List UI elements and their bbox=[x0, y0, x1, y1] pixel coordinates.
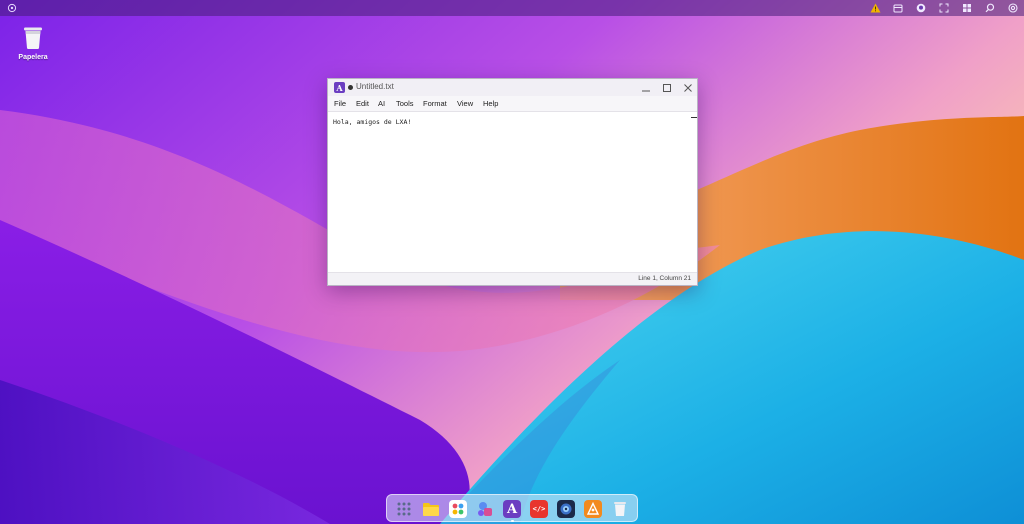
folder-icon[interactable] bbox=[422, 500, 440, 518]
scrollbar[interactable] bbox=[691, 117, 697, 118]
code-icon[interactable]: </> bbox=[530, 500, 548, 518]
menu-ai[interactable]: AI bbox=[378, 99, 385, 108]
menu-format[interactable]: Format bbox=[423, 99, 447, 108]
minimize-button[interactable] bbox=[639, 81, 653, 94]
shapes-icon[interactable] bbox=[476, 500, 494, 518]
vector-icon[interactable] bbox=[584, 500, 602, 518]
close-button[interactable] bbox=[681, 81, 695, 94]
document-text: Hola, amigos de LXA! bbox=[333, 118, 412, 126]
text-editor-icon[interactable]: A bbox=[503, 500, 521, 518]
search-icon[interactable] bbox=[984, 2, 996, 14]
power-icon[interactable] bbox=[1007, 2, 1019, 14]
unsaved-indicator-icon bbox=[348, 85, 353, 90]
github-icon[interactable] bbox=[915, 2, 927, 14]
trash-icon bbox=[24, 27, 42, 49]
warning-icon[interactable] bbox=[869, 2, 881, 14]
maximize-icon bbox=[663, 83, 671, 92]
dock: A </> bbox=[386, 494, 638, 522]
fullscreen-icon[interactable] bbox=[938, 2, 950, 14]
text-area[interactable]: Hola, amigos de LXA! bbox=[328, 113, 697, 272]
desktop-trash[interactable]: Papelera bbox=[12, 26, 54, 68]
trash-icon[interactable] bbox=[611, 500, 629, 518]
menu-edit[interactable]: Edit bbox=[356, 99, 369, 108]
browser-icon[interactable] bbox=[557, 500, 575, 518]
app-icon: A bbox=[334, 82, 345, 93]
launcher-icon[interactable] bbox=[6, 2, 18, 14]
menu-help[interactable]: Help bbox=[483, 99, 498, 108]
grid-icon[interactable] bbox=[961, 2, 973, 14]
text-editor-window: A Untitled.txt File Edit AI Tools Format… bbox=[327, 78, 698, 286]
top-panel bbox=[0, 0, 1024, 16]
palette-icon[interactable] bbox=[449, 500, 467, 518]
window-title: Untitled.txt bbox=[356, 82, 394, 91]
active-app-indicator bbox=[511, 520, 514, 522]
package-icon[interactable] bbox=[892, 2, 904, 14]
status-bar: Line 1, Column 21 bbox=[328, 272, 697, 285]
app-grid-icon[interactable] bbox=[395, 500, 413, 518]
menu-tools[interactable]: Tools bbox=[396, 99, 414, 108]
minimize-icon bbox=[642, 90, 650, 91]
close-icon bbox=[684, 83, 692, 92]
window-titlebar[interactable]: A Untitled.txt bbox=[328, 79, 697, 96]
trash-label: Papelera bbox=[18, 54, 48, 61]
menu-view[interactable]: View bbox=[457, 99, 473, 108]
maximize-button[interactable] bbox=[660, 81, 674, 94]
menu-file[interactable]: File bbox=[334, 99, 346, 108]
cursor-position: Line 1, Column 21 bbox=[638, 275, 691, 282]
menu-bar: File Edit AI Tools Format View Help bbox=[328, 96, 697, 112]
